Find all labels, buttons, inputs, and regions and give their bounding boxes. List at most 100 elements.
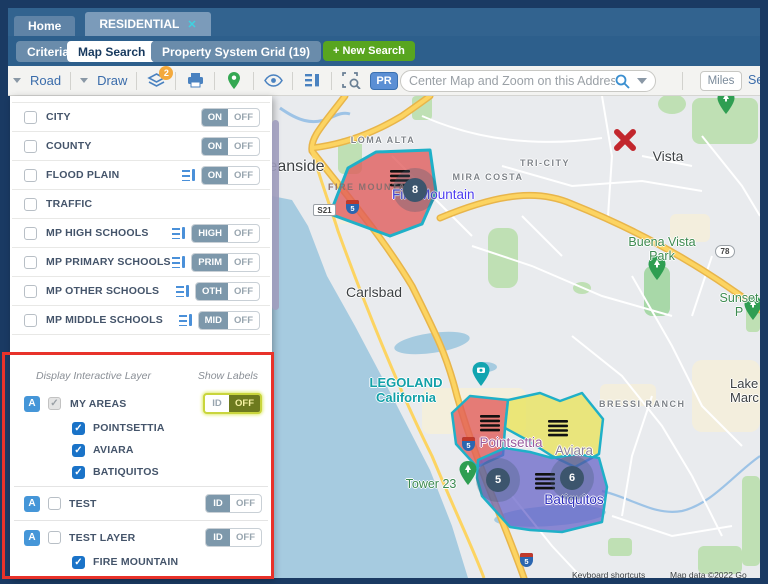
toggle-off[interactable]: OFF [230,495,261,512]
toggle-on-off[interactable]: MID OFF [197,310,260,330]
cluster-marker-5[interactable]: 5 [486,468,510,492]
checkbox[interactable] [24,313,37,327]
checkbox-checked-disabled[interactable]: ✓ [48,397,61,410]
toggle-off[interactable]: OFF [228,283,259,300]
keyboard-shortcuts-link[interactable]: Keyboard shortcuts [572,570,645,578]
toggle-on[interactable]: ON [201,166,228,184]
poi-label-buena-vista-park[interactable]: Buena Vista Park [627,235,697,264]
address-search-input[interactable] [409,74,615,88]
draw-caret-icon[interactable] [80,78,89,83]
marquee-zoom-icon[interactable] [341,71,361,91]
map-type-dropdown[interactable]: Road [30,73,61,88]
toggle-on-off[interactable]: PRIM OFF [191,252,260,272]
group-row-test[interactable]: A TEST ID OFF [10,490,272,517]
map-pin-icon[interactable] [224,71,244,91]
search-link[interactable]: Sea [748,73,760,87]
tab-property-grid[interactable]: Property System Grid (19) [151,41,322,62]
search-icon[interactable] [615,74,630,89]
child-row-aviara[interactable]: ✓ AVIARA [10,439,272,461]
toggle-id[interactable]: ID [206,529,230,546]
checkbox[interactable] [48,497,61,510]
checkbox[interactable] [24,110,37,124]
toggle-on-off[interactable]: ON OFF [200,165,260,185]
toggle-on[interactable]: MID [198,311,228,329]
toggle-off[interactable]: OFF [229,395,260,412]
tab-home[interactable]: Home [14,16,76,36]
toggle-on-off[interactable]: ON OFF [200,136,260,156]
checkbox[interactable] [48,531,61,544]
poi-label-sunset[interactable]: Sunset P [718,291,760,320]
toggle-off[interactable]: OFF [228,109,259,126]
layer-row-mp-middle-schools[interactable]: MP MIDDLE SCHOOLS MID OFF [12,305,270,334]
toggle-on-off[interactable]: OTH OFF [194,281,260,301]
toggle-on[interactable]: OTH [195,282,228,300]
visibility-eye-icon[interactable] [263,71,283,91]
toggle-off[interactable]: OFF [228,254,259,271]
checkbox[interactable] [24,255,37,269]
toggle-on[interactable]: ON [201,108,228,126]
checkbox-checked[interactable]: ✓ [72,421,85,435]
map-canvas[interactable]: S21 78 5 5 5 Oceanside Carlsbad Vista LO… [272,96,760,578]
close-tab-icon[interactable]: ✕ [187,18,196,31]
toggle-id-off[interactable]: ID OFF [205,528,262,547]
cluster-marker-8[interactable]: 8 [403,178,427,202]
toggle-off[interactable]: OFF [228,225,259,242]
print-icon[interactable] [185,71,205,91]
toggle-id-off[interactable]: ID OFF [203,393,262,414]
cluster-marker-6[interactable]: 6 [560,466,584,490]
draw-dropdown[interactable]: Draw [97,73,127,88]
toggle-id[interactable]: ID [205,395,229,412]
layer-row-city[interactable]: CITY ON OFF [12,102,270,131]
toggle-off[interactable]: OFF [228,312,259,329]
pr-button[interactable]: PR [370,71,398,90]
new-search-button[interactable]: + New Search [323,41,415,61]
toggle-on[interactable]: HIGH [192,224,228,242]
tab-residential[interactable]: RESIDENTIAL ✕ [85,12,211,36]
checkbox[interactable] [24,139,37,153]
child-row-batiquitos[interactable]: ✓ BATIQUITOS [10,461,272,483]
camera-pin-icon[interactable] [472,362,490,386]
checkbox[interactable] [24,226,37,240]
area-label-pointsettia[interactable]: Pointsettia [470,435,552,450]
layer-row-county[interactable]: COUNTY ON OFF [12,131,270,160]
toggle-off[interactable]: OFF [228,138,259,155]
checkbox-checked[interactable]: ✓ [72,443,85,457]
toggle-on-off[interactable]: HIGH OFF [191,223,260,243]
checkbox-checked[interactable]: ✓ [72,465,85,479]
poi-label-legoland[interactable]: LEGOLAND California [342,375,470,405]
area-type-icon[interactable]: A [24,529,40,546]
group-row-my-areas[interactable]: A ✓ MY AREAS ID OFF [10,390,272,417]
legend-bars-icon[interactable] [302,71,322,91]
area-type-icon[interactable]: A [24,495,40,512]
address-search-box[interactable] [400,70,656,92]
child-row-fire-mountain[interactable]: ✓ FIRE MOUNTAIN [10,551,272,573]
area-label-aviara[interactable]: Aviara [544,443,604,458]
group-row-test-layer[interactable]: A TEST LAYER ID OFF [10,524,272,551]
layer-row-flood-plain[interactable]: FLOOD PLAIN ON OFF [12,160,270,189]
layer-row-mp-primary-schools[interactable]: MP PRIMARY SCHOOLS PRIM OFF [12,247,270,276]
toggle-off[interactable]: OFF [230,529,261,546]
toggle-id[interactable]: ID [206,495,230,512]
tree-pin-icon[interactable] [717,96,735,114]
checkbox[interactable] [24,197,37,211]
legend-icon[interactable] [172,256,186,268]
checkbox-checked[interactable]: ✓ [72,555,85,569]
toggle-off[interactable]: OFF [228,167,259,184]
child-row-pointsettia[interactable]: ✓ POINTSETTIA [10,417,272,439]
group-row-tips-class-test[interactable]: A TIP'S CLASS TEST IDOFF [10,580,272,584]
map-type-caret-icon[interactable] [13,78,21,83]
toggle-on[interactable]: PRIM [192,253,228,271]
layer-row-mp-other-schools[interactable]: MP OTHER SCHOOLS OTH OFF [12,276,270,305]
toggle-on-off[interactable]: ON OFF [200,107,260,127]
layer-row-mp-high-schools[interactable]: MP HIGH SCHOOLS HIGH OFF [12,218,270,247]
layer-row-traffic[interactable]: TRAFFIC [12,189,270,218]
legend-icon[interactable] [181,169,195,181]
legend-icon[interactable] [178,314,192,326]
panel-scrollbar[interactable] [272,120,279,310]
tree-pin-icon[interactable] [459,461,477,485]
layers-icon[interactable]: 2 [146,66,174,91]
checkbox[interactable] [24,284,37,298]
legend-icon[interactable] [175,285,189,297]
area-type-icon[interactable]: A [24,395,40,412]
legend-icon[interactable] [172,227,186,239]
